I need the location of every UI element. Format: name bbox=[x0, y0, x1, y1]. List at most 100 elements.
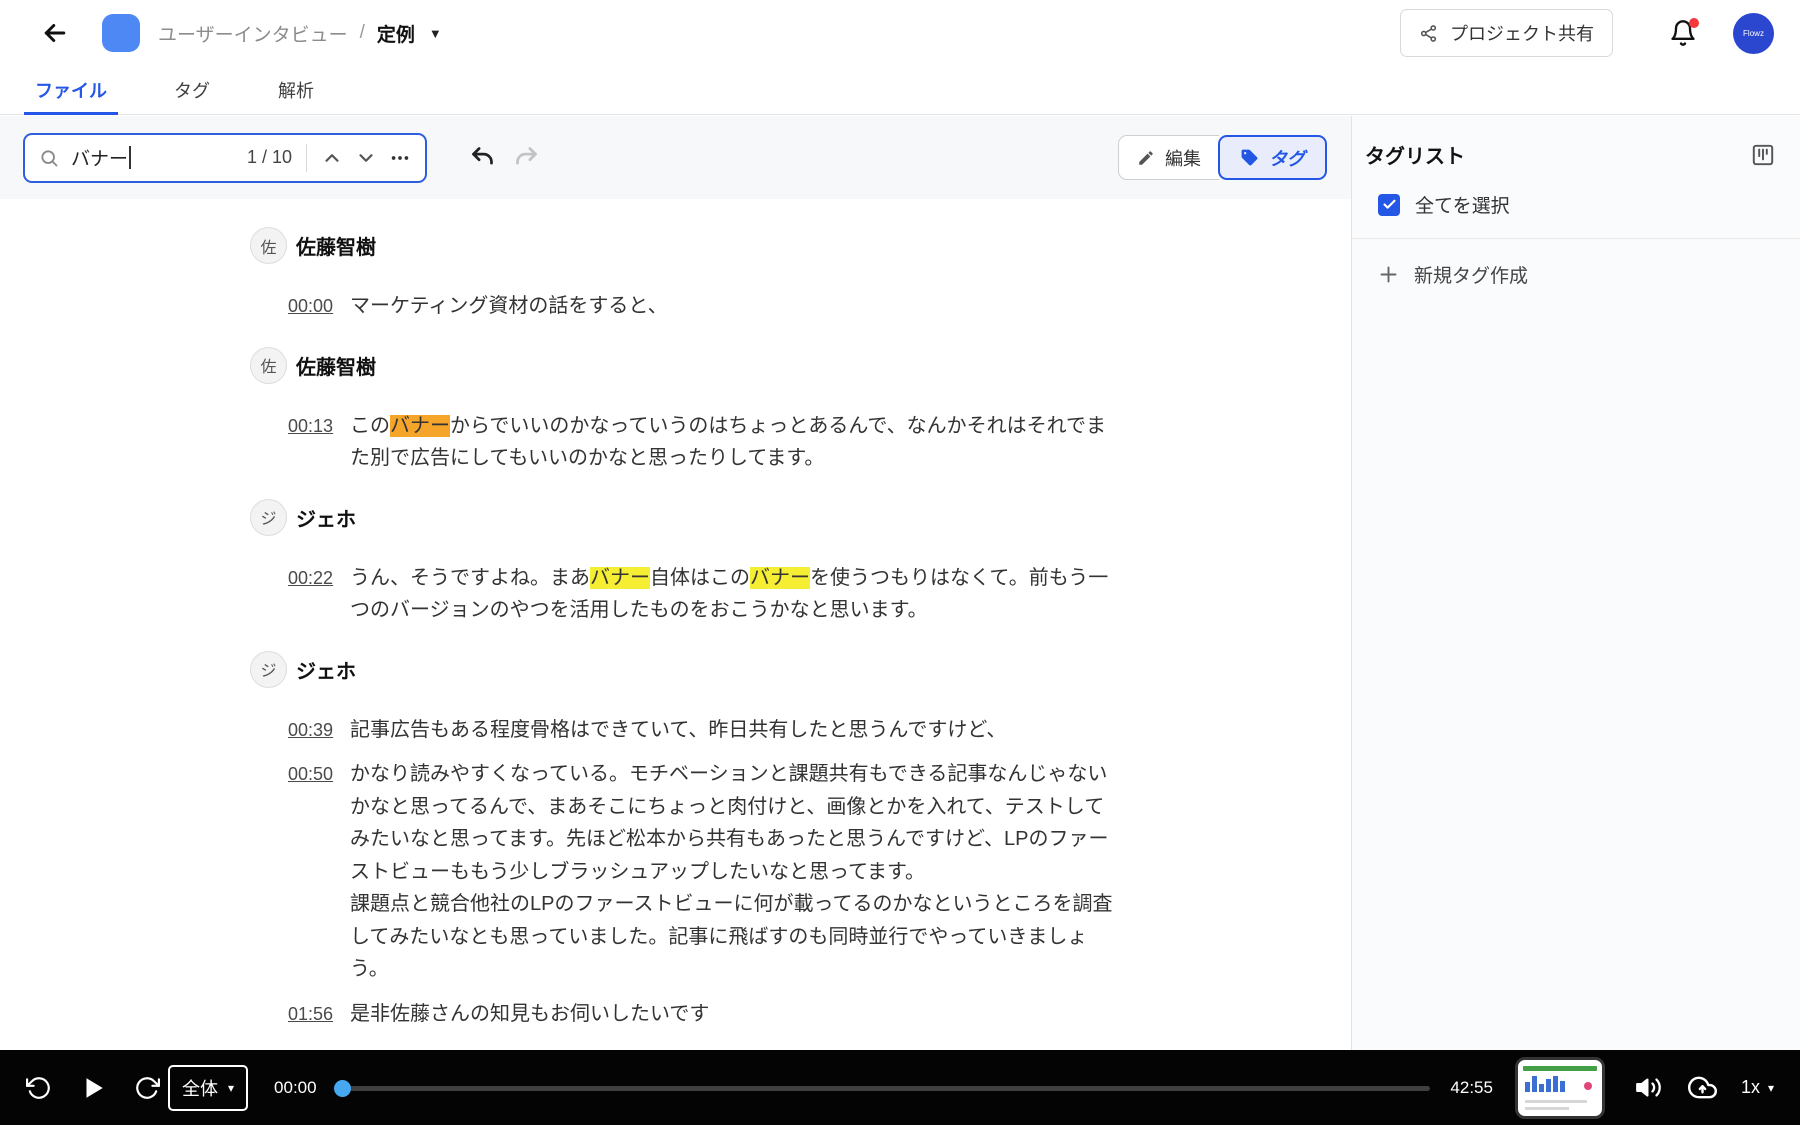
seek-bar[interactable] bbox=[337, 1078, 1431, 1098]
transcript-entry: ジ ジェホ 00:39 記事広告もある程度骨格はできていて、昨日共有したと思うんで… bbox=[250, 651, 1351, 1031]
speaker-avatar: 佐 bbox=[250, 347, 287, 384]
speaker-avatar: ジ bbox=[250, 651, 287, 688]
avatar-initial: ジ bbox=[260, 657, 276, 681]
text-run: 自体はこの bbox=[650, 567, 750, 589]
text-run: マーケティング資材の話をすると、 bbox=[350, 295, 668, 317]
search-match: バナー bbox=[750, 567, 810, 589]
segment-text[interactable]: 是非佐藤さんの知見もお伺いしたいです bbox=[350, 998, 1116, 1031]
speaker-row: 佐 佐藤智樹 bbox=[250, 347, 1351, 384]
undo-button[interactable] bbox=[469, 144, 496, 171]
share-button-label: プロジェクト共有 bbox=[1450, 20, 1594, 46]
search-options-button[interactable] bbox=[389, 147, 411, 169]
tag-mode-button[interactable]: タグ bbox=[1218, 135, 1327, 180]
transcript-segment: 00:22 うん、そうですよね。まあバナー自体はこのバナーを使うつもりはなくて。前… bbox=[250, 562, 1351, 627]
transcript-segment: 00:39 記事広告もある程度骨格はできていて、昨日共有したと思うんですけど、 bbox=[250, 714, 1351, 747]
timestamp-link[interactable]: 00:00 bbox=[288, 290, 334, 323]
scope-value: 全体 bbox=[182, 1075, 218, 1101]
speaker-name: 佐藤智樹 bbox=[296, 351, 376, 380]
text-run: この bbox=[350, 415, 390, 437]
timestamp-link[interactable]: 00:13 bbox=[288, 410, 334, 443]
segment-text[interactable]: うん、そうですよね。まあバナー自体はこのバナーを使うつもりはなくて。前もう一つの… bbox=[350, 562, 1116, 627]
sidebar-title: タグリスト bbox=[1365, 140, 1465, 169]
playhead[interactable] bbox=[334, 1080, 351, 1097]
share-icon bbox=[1419, 24, 1438, 43]
next-match-button[interactable] bbox=[355, 147, 377, 169]
search-input[interactable]: バナー bbox=[71, 144, 131, 171]
edit-mode-button[interactable]: 編集 bbox=[1118, 135, 1219, 180]
breadcrumb-separator: / bbox=[360, 22, 365, 44]
text-run: 記事広告もある程度骨格はできていて、昨日共有したと思うんですけど、 bbox=[350, 719, 1006, 741]
search-box[interactable]: バナー 1 / 10 bbox=[23, 133, 427, 183]
segment-text[interactable]: マーケティング資材の話をすると、 bbox=[350, 290, 1116, 323]
play-button[interactable] bbox=[80, 1075, 106, 1101]
select-all-tags-row[interactable]: 全てを選択 bbox=[1352, 191, 1800, 218]
redo-button[interactable] bbox=[513, 144, 540, 171]
transcript-panel[interactable]: 佐 佐藤智樹 00:00 マーケティング資材の話をすると、 佐 佐藤智樹 00:1… bbox=[0, 199, 1351, 1050]
avatar-initial: 佐 bbox=[260, 234, 276, 258]
notifications-button[interactable] bbox=[1669, 19, 1697, 47]
speaker-row: ジ ジェホ bbox=[250, 499, 1351, 536]
volume-icon[interactable] bbox=[1635, 1074, 1662, 1101]
timestamp-link[interactable]: 01:56 bbox=[288, 998, 334, 1031]
speaker-name: ジェホ bbox=[296, 655, 356, 684]
app-window: ユーザーインタビュー / 定例 ▼ プロジェクト共有 Flowz ファイル タグ… bbox=[0, 0, 1800, 1125]
tag-icon bbox=[1240, 148, 1259, 167]
speed-value: 1x bbox=[1741, 1077, 1760, 1098]
share-project-button[interactable]: プロジェクト共有 bbox=[1400, 9, 1613, 57]
divider bbox=[1352, 238, 1800, 239]
transcript-entry: 佐 佐藤智樹 00:00 マーケティング資材の話をすると、 bbox=[250, 227, 1351, 323]
chevron-down-icon: ▾ bbox=[1768, 1081, 1774, 1095]
avatar-initial: 佐 bbox=[260, 353, 276, 377]
rotate-ccw-icon[interactable] bbox=[26, 1075, 52, 1101]
breadcrumb[interactable]: ユーザーインタビュー / 定例 ▼ bbox=[158, 20, 442, 47]
breadcrumb-current[interactable]: 定例 bbox=[377, 20, 415, 47]
search-icon bbox=[39, 148, 59, 168]
tab-tags[interactable]: タグ bbox=[146, 66, 238, 114]
search-match-current: バナー bbox=[390, 415, 450, 437]
speaker-row: 佐 佐藤智樹 bbox=[250, 227, 1351, 264]
plus-icon bbox=[1378, 264, 1399, 285]
tab-bar: ファイル タグ 解析 bbox=[0, 66, 1800, 115]
speaker-avatar: ジ bbox=[250, 499, 287, 536]
divider bbox=[306, 144, 307, 172]
segment-text[interactable]: このバナーからでいいのかなっていうのはちょっとあるんで、なんかそれはそれでまた別… bbox=[350, 410, 1116, 475]
select-all-label: 全てを選択 bbox=[1415, 191, 1510, 218]
bell-icon bbox=[1669, 34, 1697, 51]
tag-list-sidebar: タグリスト 全てを選択 新規タグ作成 bbox=[1351, 116, 1800, 1050]
rotate-cw-icon[interactable] bbox=[134, 1075, 160, 1101]
chevron-down-icon: ▾ bbox=[228, 1081, 234, 1095]
chevron-down-icon[interactable]: ▼ bbox=[429, 26, 442, 41]
transcript-segment: 00:50 かなり読みやすくなっている。モチベーションと課題共有もできる記事なんじ… bbox=[250, 758, 1351, 986]
kanban-view-icon[interactable] bbox=[1750, 142, 1776, 168]
previous-match-button[interactable] bbox=[321, 147, 343, 169]
segment-text[interactable]: かなり読みやすくなっている。モチベーションと課題共有もできる記事なんじゃないかな… bbox=[350, 758, 1116, 986]
tab-analysis[interactable]: 解析 bbox=[262, 66, 330, 114]
back-button[interactable] bbox=[40, 18, 70, 48]
pencil-icon bbox=[1137, 149, 1155, 167]
playback-speed-select[interactable]: 1x ▾ bbox=[1741, 1077, 1774, 1098]
breadcrumb-project[interactable]: ユーザーインタビュー bbox=[158, 20, 348, 47]
new-tag-button[interactable]: 新規タグ作成 bbox=[1352, 261, 1800, 288]
speaker-row: ジ ジェホ bbox=[250, 651, 1351, 688]
timestamp-link[interactable]: 00:50 bbox=[288, 758, 334, 791]
text-run: 是非佐藤さんの知見もお伺いしたいです bbox=[350, 1003, 709, 1025]
tab-files[interactable]: ファイル bbox=[24, 66, 118, 114]
transcript-entry: 佐 佐藤智樹 00:13 このバナーからでいいのかなっていうのはちょっとあるんで、… bbox=[250, 347, 1351, 475]
timestamp-link[interactable]: 00:22 bbox=[288, 562, 334, 595]
transcript-segment: 01:56 是非佐藤さんの知見もお伺いしたいです bbox=[250, 998, 1351, 1031]
avatar-label: Flowz bbox=[1743, 29, 1764, 38]
cloud-icon[interactable] bbox=[1688, 1073, 1717, 1102]
notification-badge bbox=[1689, 18, 1699, 28]
user-avatar[interactable]: Flowz bbox=[1733, 13, 1774, 54]
player-bar: 全体 ▾ 00:00 42:55 1x ▾ bbox=[0, 1050, 1800, 1125]
select-all-checkbox[interactable] bbox=[1378, 194, 1400, 216]
seek-track[interactable] bbox=[337, 1086, 1431, 1091]
project-icon bbox=[102, 14, 140, 52]
video-thumbnail[interactable] bbox=[1515, 1057, 1605, 1119]
current-time: 00:00 bbox=[274, 1078, 317, 1098]
tag-button-label: タグ bbox=[1269, 145, 1305, 171]
playback-scope-select[interactable]: 全体 ▾ bbox=[168, 1065, 248, 1111]
timestamp-link[interactable]: 00:39 bbox=[288, 714, 334, 747]
segment-text[interactable]: 記事広告もある程度骨格はできていて、昨日共有したと思うんですけど、 bbox=[350, 714, 1116, 747]
search-match-count: 1 / 10 bbox=[247, 147, 292, 168]
